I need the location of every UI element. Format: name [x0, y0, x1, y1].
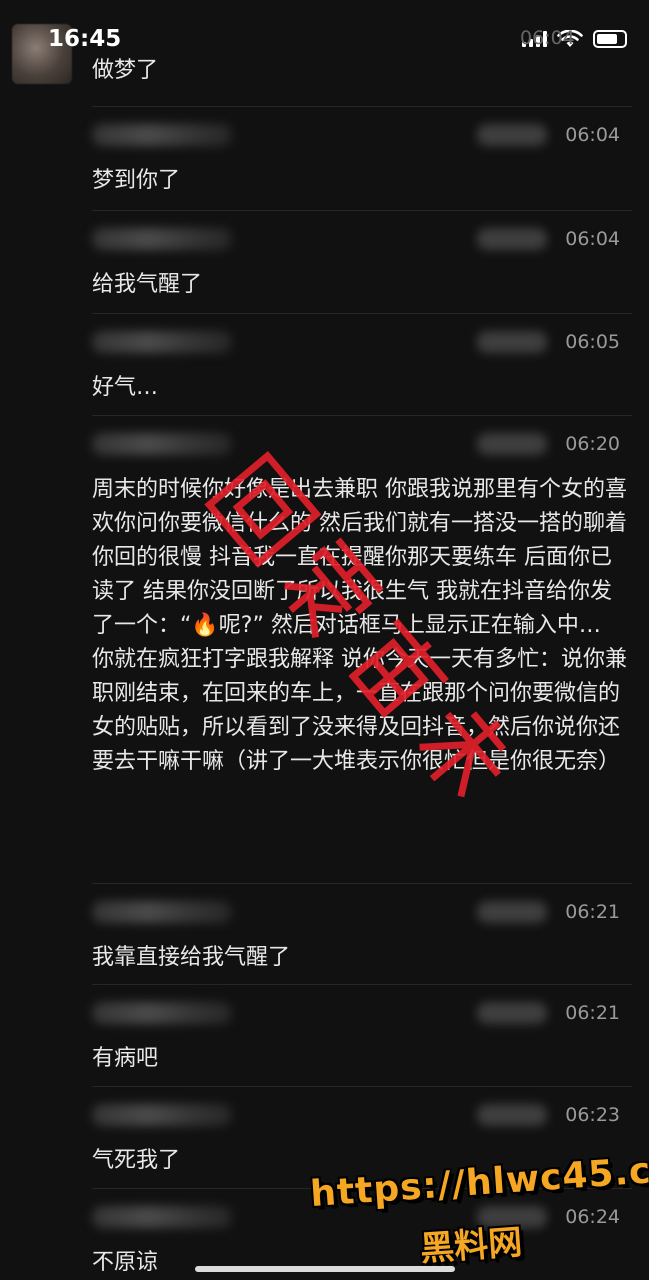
blurred-sender-name	[92, 228, 232, 250]
message-text: 周末的时候你好像是出去兼职 你跟我说那里有个女的喜欢你问你要微信什么的 然后我们…	[92, 477, 627, 774]
message-header: 06:20	[92, 427, 632, 461]
message-timestamp: 06:05	[565, 331, 620, 353]
message-text: 做梦了	[92, 58, 159, 83]
message-header: 06:23	[92, 1098, 632, 1132]
message-header: 06:21	[92, 996, 632, 1030]
message-text: 有病吧	[92, 1046, 159, 1071]
blurred-date	[477, 1002, 547, 1024]
blurred-sender-name	[92, 901, 232, 923]
partial-timestamp: 06:04	[520, 27, 575, 49]
message-divider	[92, 210, 632, 211]
message-text: 我靠直接给我气醒了	[92, 945, 291, 970]
message-header: 06:05	[92, 325, 632, 359]
blurred-date	[477, 331, 547, 353]
blurred-date	[477, 901, 547, 923]
message-header: 06:21	[92, 895, 632, 929]
status-time: 16:45	[48, 26, 122, 52]
blurred-sender-name	[92, 1002, 232, 1024]
message-text: 好气…	[92, 375, 159, 400]
message-header: 06:04	[92, 118, 632, 152]
blurred-date	[477, 1104, 547, 1126]
message-divider	[92, 106, 632, 107]
message-timestamp: 06:24	[565, 1206, 620, 1228]
message-timestamp: 06:21	[565, 901, 620, 923]
message-text: 给我气醒了	[92, 272, 203, 297]
message-divider	[92, 883, 632, 884]
message-divider	[92, 1086, 632, 1087]
blurred-sender-name	[92, 1206, 232, 1228]
message-divider	[92, 313, 632, 314]
message-timestamp: 06:04	[565, 228, 620, 250]
message-header: 06:04	[92, 222, 632, 256]
message-divider	[92, 415, 632, 416]
blurred-sender-name	[92, 331, 232, 353]
blurred-date	[477, 228, 547, 250]
watermark-site-name: 黑料网	[418, 1222, 524, 1270]
blurred-sender-name	[92, 1104, 232, 1126]
message-timestamp: 06:04	[565, 124, 620, 146]
message-timestamp: 06:23	[565, 1104, 620, 1126]
blurred-sender-name	[92, 433, 232, 455]
battery-icon	[593, 30, 627, 48]
message-timestamp: 06:20	[565, 433, 620, 455]
message-text: 梦到你了	[92, 168, 181, 193]
blurred-sender-name	[92, 124, 232, 146]
blurred-date	[477, 124, 547, 146]
message-divider	[92, 984, 632, 985]
home-indicator[interactable]	[195, 1266, 455, 1272]
message-timestamp: 06:21	[565, 1002, 620, 1024]
message-text: 不原谅	[92, 1250, 159, 1275]
blurred-date	[477, 433, 547, 455]
